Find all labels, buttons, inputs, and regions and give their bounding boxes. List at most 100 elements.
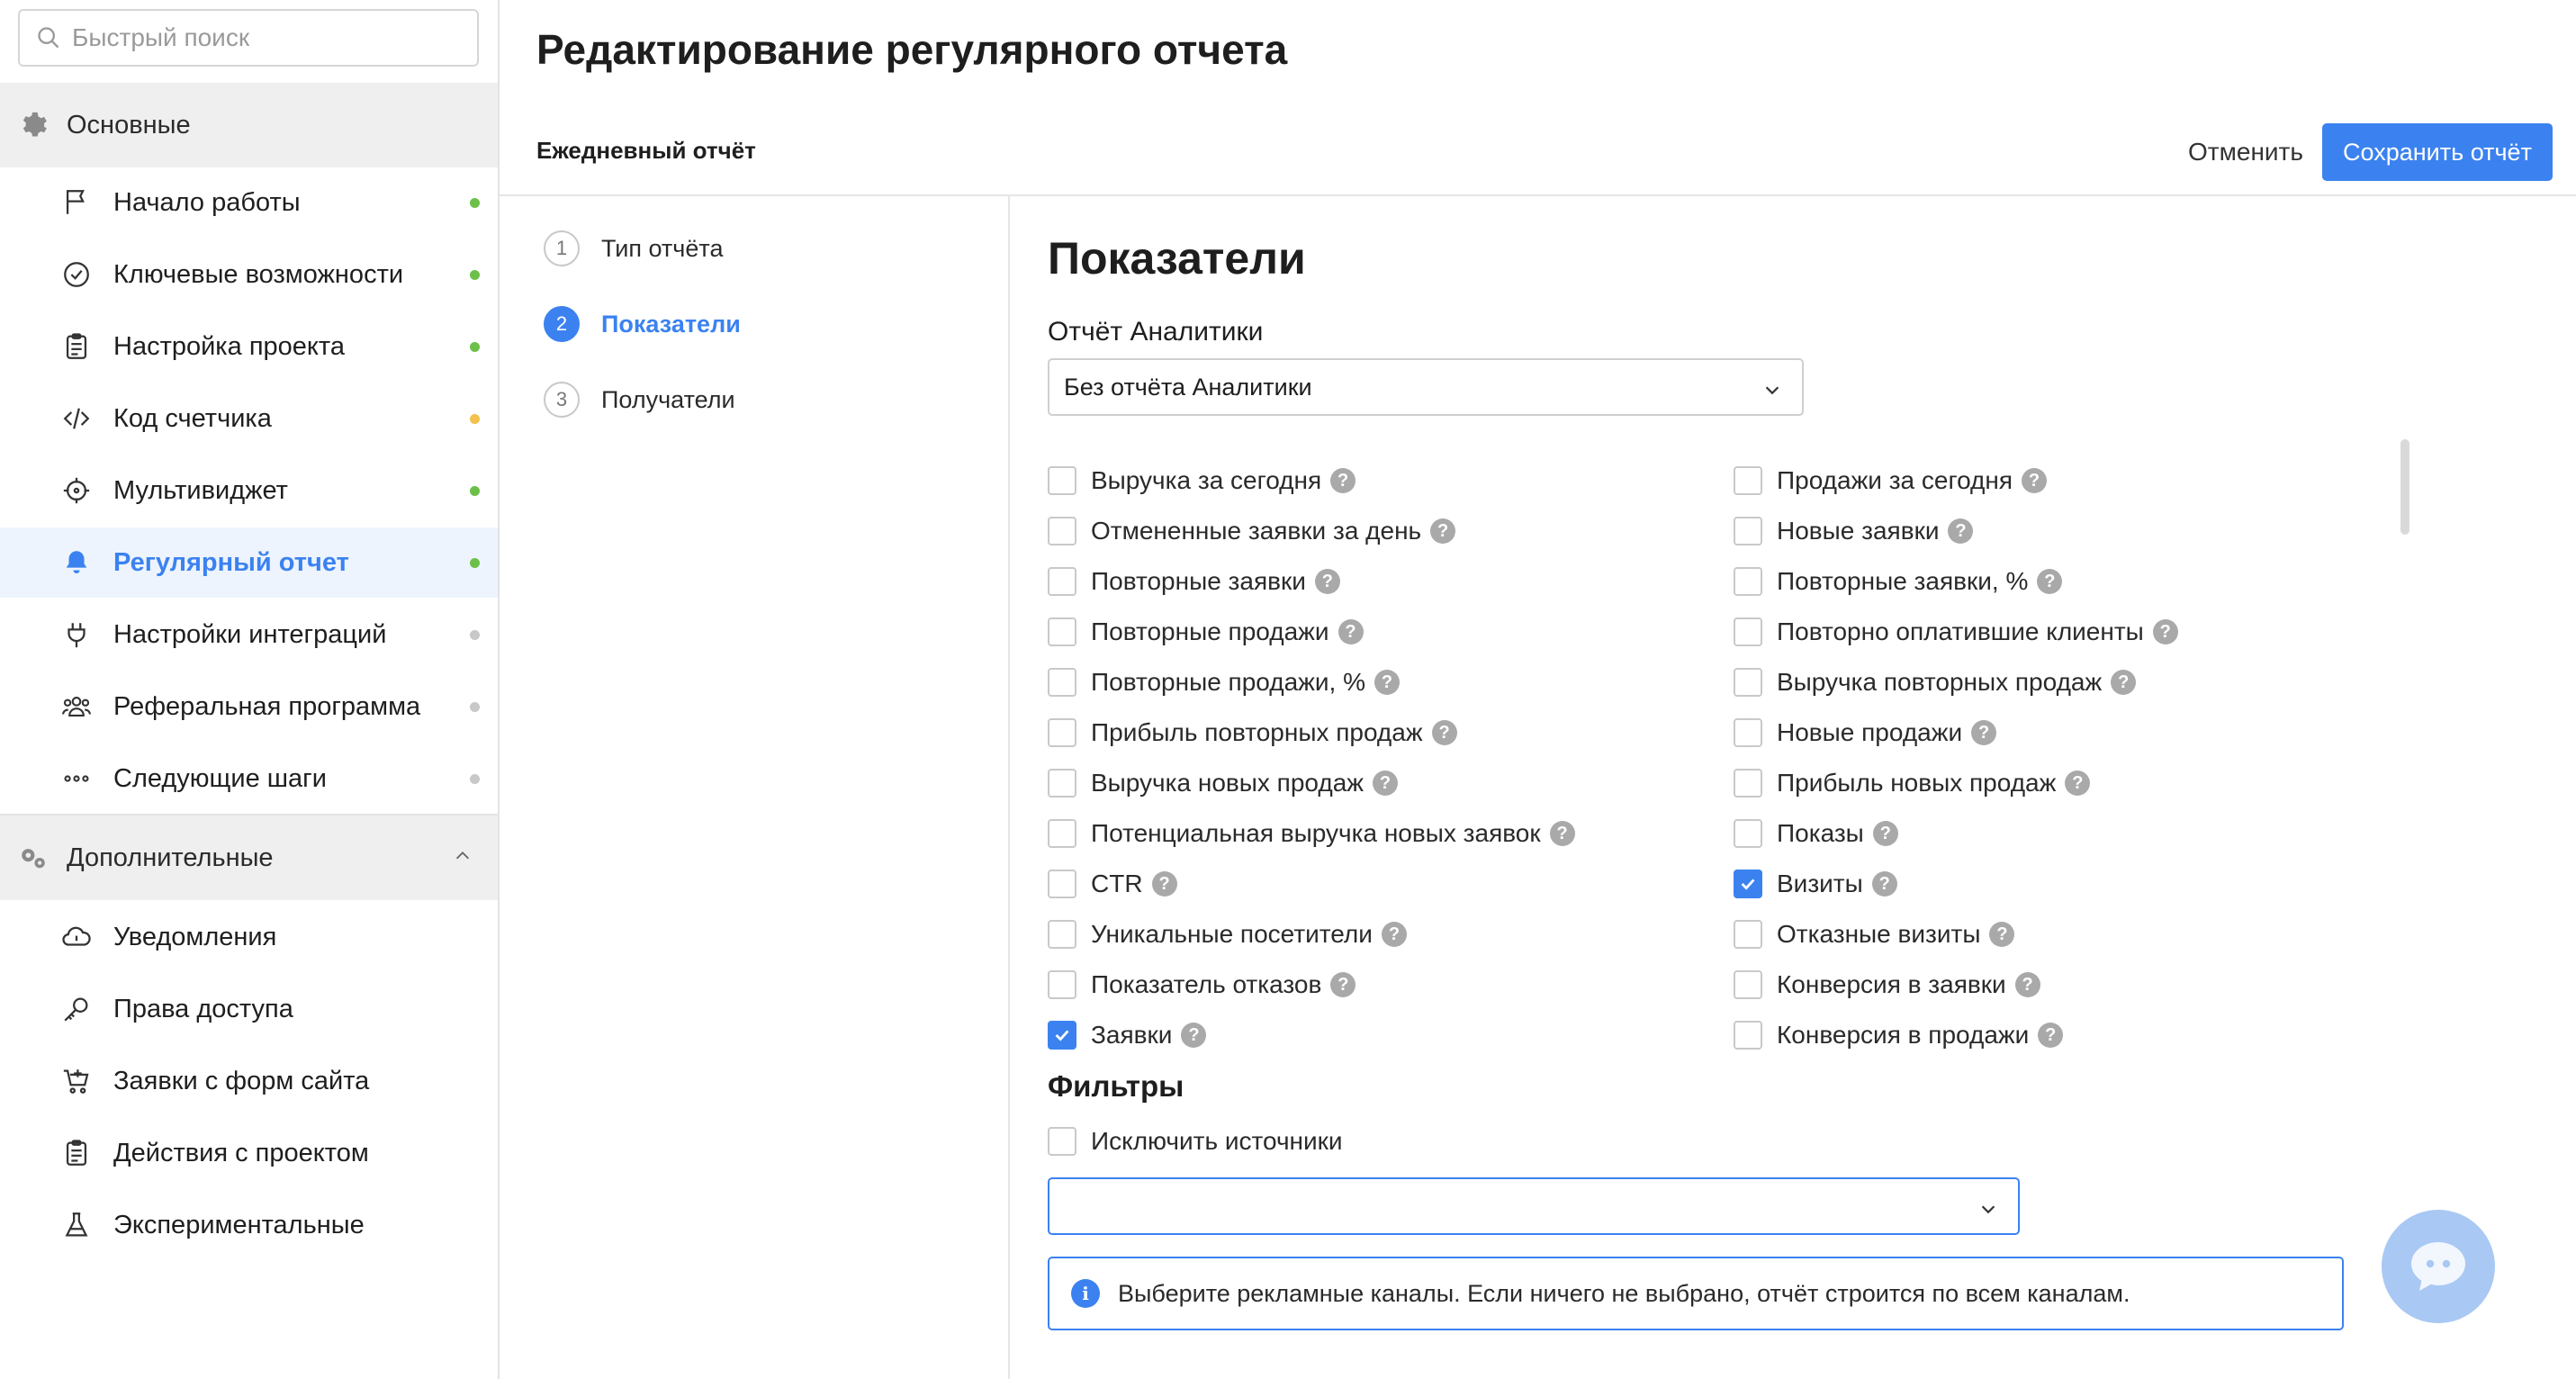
checkbox[interactable] <box>1734 517 1762 545</box>
metric-checkbox-row[interactable]: Повторные заявки, %? <box>1734 563 2063 599</box>
help-icon[interactable]: ? <box>1381 922 1407 947</box>
help-icon[interactable]: ? <box>1971 720 1997 745</box>
metric-checkbox-row[interactable]: Конверсия в продажи? <box>1734 1017 2064 1053</box>
metric-checkbox-row[interactable]: Повторные продажи, %? <box>1048 664 1400 700</box>
metric-checkbox-row[interactable]: Выручка новых продаж? <box>1048 765 1399 801</box>
chat-button[interactable] <box>2382 1210 2495 1323</box>
help-icon[interactable]: ? <box>1374 670 1400 695</box>
checkbox[interactable] <box>1048 517 1076 545</box>
sidebar-item-project-setup[interactable]: Настройка проекта <box>0 311 498 382</box>
section-main[interactable]: Основные <box>0 83 498 167</box>
checkbox[interactable] <box>1734 1021 1762 1050</box>
channels-select[interactable] <box>1048 1177 2020 1235</box>
help-icon[interactable]: ? <box>2014 972 2040 997</box>
scrollbar[interactable] <box>2400 439 2409 535</box>
checkbox[interactable] <box>1048 870 1076 898</box>
checkbox[interactable] <box>1048 617 1076 646</box>
sidebar-item-getting-started[interactable]: Начало работы <box>0 167 498 238</box>
checkbox[interactable] <box>1734 567 1762 596</box>
save-report-button[interactable]: Сохранить отчёт <box>2322 123 2553 181</box>
metric-checkbox-row[interactable]: Показы? <box>1734 816 1898 852</box>
metric-checkbox-row[interactable]: CTR? <box>1048 866 1177 902</box>
sidebar-item-access-rights[interactable]: Права доступа <box>0 974 498 1044</box>
metric-checkbox-row[interactable]: Выручка повторных продаж? <box>1734 664 2137 700</box>
checkbox-checked[interactable] <box>1734 870 1762 898</box>
sidebar-item-counter-code[interactable]: Код счетчика <box>0 383 498 454</box>
metric-checkbox-row[interactable]: Продажи за сегодня? <box>1734 463 2047 499</box>
sidebar-item-experimental[interactable]: Экспериментальные <box>0 1190 498 1260</box>
metric-checkbox-row[interactable]: Новые продажи? <box>1734 715 1997 751</box>
sidebar-item-integrations[interactable]: Настройки интеграций <box>0 599 498 670</box>
checkbox[interactable] <box>1734 769 1762 798</box>
help-icon[interactable]: ? <box>1330 468 1356 493</box>
checkbox[interactable] <box>1734 718 1762 747</box>
metric-checkbox-row[interactable]: Прибыль новых продаж? <box>1734 765 2091 801</box>
checkbox[interactable] <box>1048 769 1076 798</box>
step-recipients[interactable]: 3 Получатели <box>544 380 735 419</box>
metric-checkbox-row[interactable]: Прибыль повторных продаж? <box>1048 715 1457 751</box>
metric-checkbox-row[interactable]: Отмененные заявки за день? <box>1048 513 1456 549</box>
help-icon[interactable]: ? <box>1181 1023 1207 1048</box>
checkbox[interactable] <box>1048 567 1076 596</box>
search-box[interactable] <box>18 9 479 67</box>
checkbox[interactable] <box>1734 920 1762 949</box>
checkbox[interactable] <box>1048 718 1076 747</box>
help-icon[interactable]: ? <box>1549 821 1575 846</box>
checkbox[interactable] <box>1734 819 1762 848</box>
sidebar-item-referral[interactable]: Реферальная программа <box>0 671 498 742</box>
cancel-button[interactable]: Отменить <box>2156 123 2336 181</box>
metric-checkbox-row[interactable]: Визиты? <box>1734 866 1897 902</box>
metric-checkbox-row[interactable]: Уникальные посетители? <box>1048 916 1407 952</box>
sidebar-item-regular-report[interactable]: Регулярный отчет <box>0 527 498 598</box>
checkbox-checked[interactable] <box>1048 1021 1076 1050</box>
metric-checkbox-row[interactable]: Конверсия в заявки? <box>1734 967 2040 1003</box>
help-icon[interactable]: ? <box>2065 771 2091 796</box>
metric-checkbox-row[interactable]: Показатель отказов? <box>1048 967 1356 1003</box>
sidebar-item-multiwidget[interactable]: Мультивиджет <box>0 455 498 526</box>
metric-checkbox-row[interactable]: Отказные визиты? <box>1734 916 2015 952</box>
step-report-type[interactable]: 1 Тип отчёта <box>544 229 723 268</box>
help-icon[interactable]: ? <box>1430 518 1456 544</box>
sidebar-item-site-forms[interactable]: Заявки с форм сайта <box>0 1046 498 1116</box>
help-icon[interactable]: ? <box>2022 468 2047 493</box>
help-icon[interactable]: ? <box>1431 720 1457 745</box>
help-icon[interactable]: ? <box>2038 1023 2064 1048</box>
checkbox[interactable] <box>1048 668 1076 697</box>
exclude-sources-checkbox[interactable]: Исключить источники <box>1048 1123 1343 1159</box>
help-icon[interactable]: ? <box>1871 871 1897 897</box>
help-icon[interactable]: ? <box>1872 821 1898 846</box>
sidebar-item-key-features[interactable]: Ключевые возможности <box>0 239 498 310</box>
analytics-report-select[interactable]: Без отчёта Аналитики <box>1048 358 1804 416</box>
checkbox[interactable] <box>1734 466 1762 495</box>
help-icon[interactable]: ? <box>1151 871 1177 897</box>
help-icon[interactable]: ? <box>2037 569 2063 594</box>
checkbox[interactable] <box>1048 970 1076 999</box>
checkbox[interactable] <box>1734 617 1762 646</box>
metric-checkbox-row[interactable]: Повторные заявки? <box>1048 563 1340 599</box>
help-icon[interactable]: ? <box>2111 670 2137 695</box>
section-extra[interactable]: Дополнительные <box>0 816 498 900</box>
help-icon[interactable]: ? <box>1989 922 2015 947</box>
metric-checkbox-row[interactable]: Заявки? <box>1048 1017 1207 1053</box>
sidebar-item-next-steps[interactable]: Следующие шаги <box>0 744 498 814</box>
help-icon[interactable]: ? <box>1338 619 1364 644</box>
metric-checkbox-row[interactable]: Повторно оплатившие клиенты? <box>1734 614 2178 650</box>
checkbox[interactable] <box>1048 1127 1076 1156</box>
checkbox[interactable] <box>1048 819 1076 848</box>
help-icon[interactable]: ? <box>1948 518 1974 544</box>
checkbox[interactable] <box>1048 466 1076 495</box>
help-icon[interactable]: ? <box>2152 619 2178 644</box>
checkbox[interactable] <box>1734 668 1762 697</box>
metric-checkbox-row[interactable]: Новые заявки? <box>1734 513 1974 549</box>
help-icon[interactable]: ? <box>1314 569 1340 594</box>
help-icon[interactable]: ? <box>1373 771 1399 796</box>
metric-checkbox-row[interactable]: Потенциальная выручка новых заявок? <box>1048 816 1575 852</box>
step-metrics[interactable]: 2 Показатели <box>544 304 741 344</box>
metric-checkbox-row[interactable]: Повторные продажи? <box>1048 614 1364 650</box>
sidebar-item-project-actions[interactable]: Действия с проектом <box>0 1118 498 1188</box>
help-icon[interactable]: ? <box>1330 972 1356 997</box>
sidebar-item-notifications[interactable]: Уведомления <box>0 902 498 972</box>
search-input[interactable] <box>72 23 468 52</box>
checkbox[interactable] <box>1048 920 1076 949</box>
checkbox[interactable] <box>1734 970 1762 999</box>
